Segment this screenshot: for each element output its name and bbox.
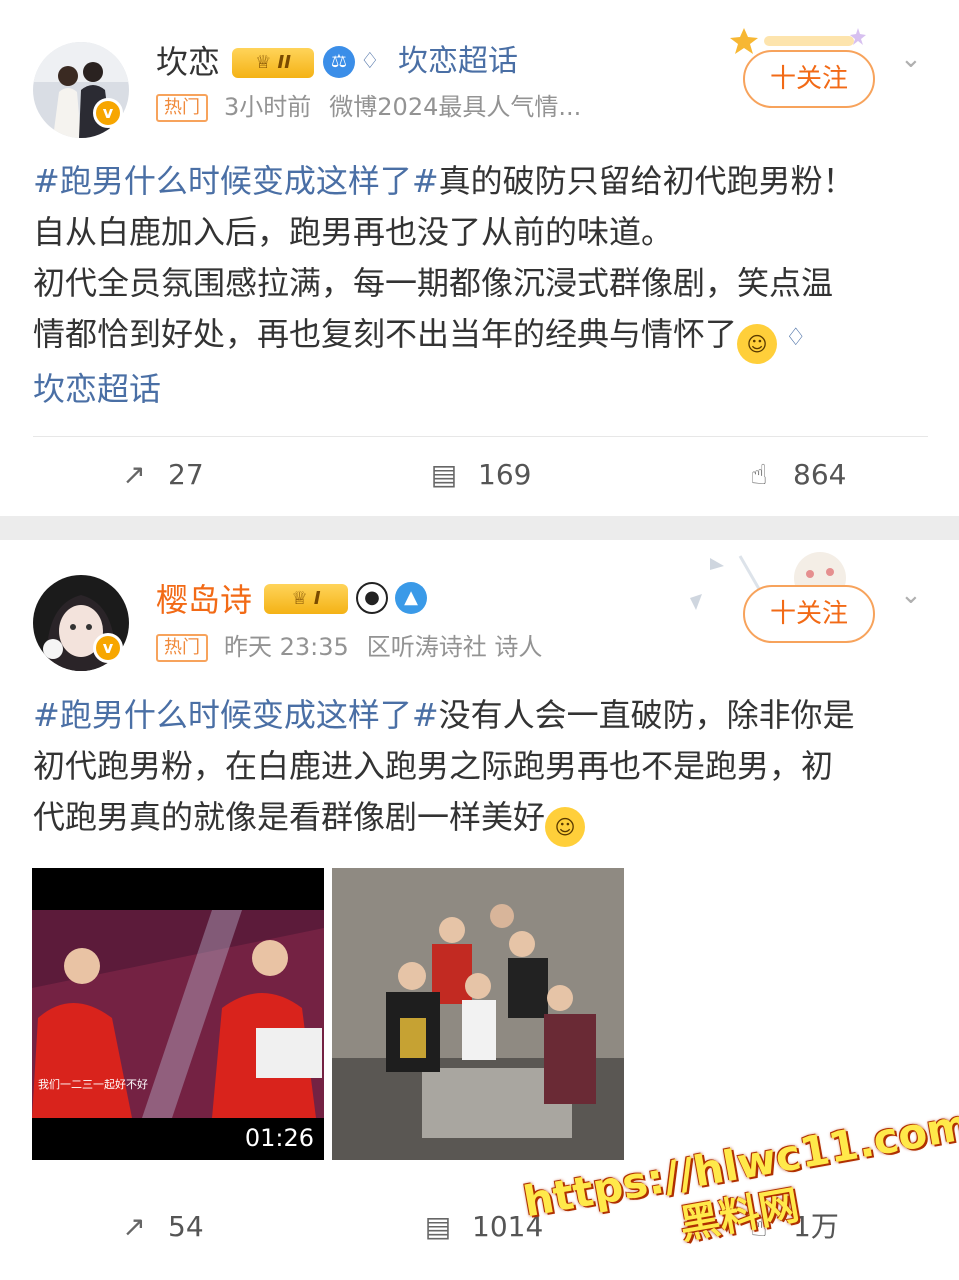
panda-badge-icon: ● bbox=[356, 582, 388, 614]
post-text: #跑男什么时候变成这样了#没有人会一直破防，除非你是 初代跑男粉，在白鹿进入跑男… bbox=[33, 690, 928, 847]
post-text-line: 没有人会一直破防，除非你是 bbox=[438, 696, 855, 734]
follow-button[interactable]: 十关注 bbox=[743, 585, 875, 643]
thumbs-up-icon: ☝ bbox=[750, 458, 768, 491]
repost-button[interactable]: ↗ 27 bbox=[118, 455, 204, 495]
group-photo-image bbox=[332, 868, 624, 1160]
post-text-line: 情都恰到好处，再也复刻不出当年的经典与情怀了 bbox=[33, 315, 738, 353]
vip-crown-icon: ♕ II bbox=[232, 48, 314, 78]
repost-count: 27 bbox=[168, 458, 204, 491]
post-source: 微博2024最具人气情... bbox=[329, 93, 582, 121]
post-time: 3小时前 bbox=[224, 93, 312, 121]
hot-badge: 热门 bbox=[156, 634, 208, 662]
divider bbox=[33, 436, 928, 437]
post-text: #跑男什么时候变成这样了#真的破防只留给初代跑男粉！ 自从白鹿加入后，跑男再也没… bbox=[33, 156, 928, 415]
video-subtitle: 我们一二三一起好不好 bbox=[38, 1078, 148, 1091]
like-button[interactable]: ☝ 864 bbox=[743, 455, 846, 495]
like-count: 864 bbox=[793, 458, 847, 491]
post-card: v 坎恋 ♕ II ⚖ ♢ 坎恋超话 热门 3小时前 微博2024最具人气情... … bbox=[0, 0, 959, 516]
photo-thumbnail[interactable] bbox=[332, 868, 624, 1160]
video-frame-image bbox=[32, 868, 324, 1160]
follow-button[interactable]: 十关注 bbox=[743, 50, 875, 108]
gavel-badge-icon: ⚖ bbox=[323, 46, 355, 78]
video-thumbnail[interactable]: 我们一二三一起好不好 01:26 bbox=[32, 868, 324, 1160]
chevron-down-icon[interactable]: ⌄ bbox=[900, 580, 922, 610]
repost-icon: ↗ bbox=[122, 1210, 146, 1243]
comment-icon: ▤ bbox=[424, 1210, 452, 1243]
chaohua-diamond-icon: ♢ bbox=[785, 323, 807, 351]
crying-emoji-icon: ☺ bbox=[545, 807, 586, 847]
chaohua-diamond-icon: ♢ bbox=[360, 49, 380, 74]
hot-badge: 热门 bbox=[156, 94, 208, 122]
chevron-down-icon[interactable]: ⌄ bbox=[900, 44, 922, 74]
hashtag-link[interactable]: #跑男什么时候变成这样了# bbox=[33, 696, 439, 734]
post-text-line: 初代全员氛围感拉满，每一期都像沉浸式群像剧，笑点温 bbox=[33, 264, 834, 302]
post-text-line: 真的破防只留给初代跑男粉！ bbox=[438, 162, 855, 200]
post-meta: 热门 3小时前 微博2024最具人气情... bbox=[156, 92, 581, 122]
crying-emoji-icon: ☺ bbox=[737, 324, 778, 364]
post-text-line: 自从白鹿加入后，跑男再也没了从前的味道。 bbox=[33, 213, 674, 251]
chaohua-link[interactable]: 坎恋超话 bbox=[398, 42, 518, 82]
repost-count: 54 bbox=[168, 1210, 204, 1243]
post-source: 区听涛诗社 诗人 bbox=[366, 633, 543, 661]
post-text-line: 初代跑男粉，在白鹿进入跑男之际跑男再也不是跑男，初 bbox=[33, 747, 834, 785]
chaohua-tail-link[interactable]: 坎恋超话 bbox=[33, 370, 161, 408]
verified-badge-icon: v bbox=[93, 633, 123, 663]
post-text-line: 代跑男真的就像是看群像剧一样美好 bbox=[33, 798, 546, 836]
comment-icon: ▤ bbox=[430, 458, 458, 491]
post-meta: 热门 昨天 23:35 区听涛诗社 诗人 bbox=[156, 632, 542, 662]
hashtag-link[interactable]: #跑男什么时候变成这样了# bbox=[33, 162, 439, 200]
repost-icon: ↗ bbox=[122, 458, 146, 491]
verified-badge-icon: v bbox=[93, 98, 123, 128]
username[interactable]: 樱岛诗 bbox=[156, 580, 252, 620]
repost-button[interactable]: ↗ 54 bbox=[118, 1207, 204, 1247]
shark-badge-icon: ▲ bbox=[395, 582, 427, 614]
video-duration: 01:26 bbox=[244, 1124, 314, 1152]
username[interactable]: 坎恋 bbox=[156, 42, 220, 82]
post-time: 昨天 23:35 bbox=[224, 633, 349, 661]
comment-count: 169 bbox=[478, 458, 532, 491]
vip-crown-icon: ♕ I bbox=[264, 584, 348, 614]
comment-button[interactable]: ▤ 169 bbox=[428, 455, 532, 495]
